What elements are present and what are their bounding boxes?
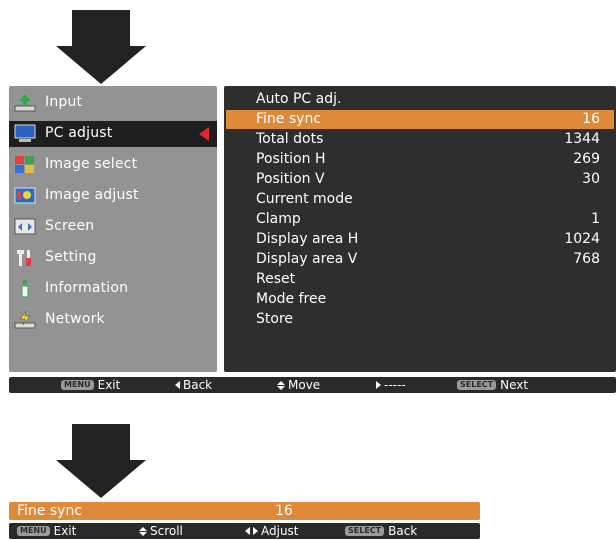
menu-item-input[interactable]: Input xyxy=(9,90,217,116)
image-select-icon xyxy=(13,155,37,175)
submenu-item-label: Current mode xyxy=(256,191,353,207)
submenu-item-value: 1344 xyxy=(564,131,600,147)
submenu-item-position-h[interactable]: Position H 269 xyxy=(226,150,614,169)
guide-next-label: Next xyxy=(500,378,529,392)
information-icon xyxy=(13,279,37,299)
submenu-item-current-mode[interactable]: Current mode xyxy=(226,190,614,209)
menu-item-information[interactable]: Information xyxy=(9,276,217,302)
guide-scroll-label: Scroll xyxy=(150,524,183,538)
submenu-item-display-area-h[interactable]: Display area H 1024 xyxy=(226,230,614,249)
guide-adjust-label: Adjust xyxy=(261,524,299,538)
pc-adjust-icon xyxy=(13,124,37,144)
submenu-item-value: 1024 xyxy=(564,231,600,247)
up-down-arrow-icon xyxy=(277,380,285,390)
guide-back-label: Back xyxy=(388,524,418,538)
submenu-item-fine-sync[interactable]: Fine sync 16 xyxy=(226,110,614,129)
selection-marker-icon xyxy=(199,127,209,141)
submenu-item-label: Mode free xyxy=(256,291,327,307)
right-arrow-icon xyxy=(253,527,258,535)
guide-exit-label: Exit xyxy=(53,524,77,538)
submenu-item-value: 30 xyxy=(582,171,600,187)
submenu-item-clamp[interactable]: Clamp 1 xyxy=(226,210,614,229)
menu-item-label: PC adjust xyxy=(45,125,113,141)
menu-item-label: Information xyxy=(45,280,129,296)
menu-item-label: Setting xyxy=(45,249,97,265)
left-arrow-icon xyxy=(175,381,180,389)
select-key-icon: SELECT xyxy=(457,380,497,390)
submenu-item-label: Auto PC adj. xyxy=(256,91,342,107)
submenu-item-value: 16 xyxy=(582,111,600,127)
submenu-item-label: Display area H xyxy=(256,231,359,247)
submenu-item-display-area-v[interactable]: Display area V 768 xyxy=(226,250,614,269)
menu-item-network[interactable]: Network xyxy=(9,307,217,333)
image-adjust-icon xyxy=(13,186,37,206)
guide-exit: MENU Exit xyxy=(17,523,76,539)
menu-key-icon: MENU xyxy=(61,380,94,390)
submenu-item-label: Clamp xyxy=(256,211,301,227)
menu-item-setting[interactable]: Setting xyxy=(9,245,217,271)
menu-item-label: Image select xyxy=(45,156,138,172)
guide-back: Back xyxy=(175,377,212,393)
submenu-item-label: Position H xyxy=(256,151,326,167)
guide-bar-bottom: MENU Exit Scroll Adjust SELECT Back xyxy=(9,523,480,539)
menu-item-label: Image adjust xyxy=(45,187,139,203)
guide-bar-top: MENU Exit Back Move ----- SELECT Next xyxy=(9,377,616,393)
submenu-item-label: Fine sync xyxy=(256,111,322,127)
menu-key-icon: MENU xyxy=(17,526,50,536)
submenu-item-auto-pc-adj[interactable]: Auto PC adj. xyxy=(226,90,614,109)
menu-item-label: Input xyxy=(45,94,83,110)
submenu-item-label: Total dots xyxy=(256,131,324,147)
guide-scroll: Scroll xyxy=(139,523,183,539)
submenu-item-label: Reset xyxy=(256,271,296,287)
guide-exit-label: Exit xyxy=(97,378,121,392)
submenu-item-value: 1 xyxy=(591,211,600,227)
submenu-item-reset[interactable]: Reset xyxy=(226,270,614,289)
guide-back-label: Back xyxy=(183,378,213,392)
menu-item-image-select[interactable]: Image select xyxy=(9,152,217,178)
submenu-item-total-dots[interactable]: Total dots 1344 xyxy=(226,130,614,149)
menu-item-screen[interactable]: Screen xyxy=(9,214,217,240)
guide-adjust: Adjust xyxy=(245,523,299,539)
guide-exit: MENU Exit xyxy=(61,377,120,393)
guide-next: SELECT Next xyxy=(457,377,528,393)
guide-move: Move xyxy=(277,377,320,393)
network-icon xyxy=(13,310,37,330)
up-down-arrow-icon xyxy=(139,526,147,536)
pc-adjust-submenu: Auto PC adj. Fine sync 16 Total dots 134… xyxy=(224,86,616,372)
select-key-icon: SELECT xyxy=(345,526,385,536)
menu-item-pc-adjust[interactable]: PC adjust xyxy=(9,121,217,147)
down-arrow-icon xyxy=(56,10,146,84)
guide-move-label: Move xyxy=(288,378,321,392)
guide-back: SELECT Back xyxy=(345,523,417,539)
submenu-item-value: 269 xyxy=(573,151,600,167)
adjust-bar-value: 16 xyxy=(275,503,293,519)
submenu-item-label: Position V xyxy=(256,171,325,187)
fine-sync-adjust-bar[interactable]: Fine sync 16 xyxy=(9,502,480,520)
submenu-item-mode-free[interactable]: Mode free xyxy=(226,290,614,309)
right-arrow-icon xyxy=(376,381,381,389)
submenu-item-position-v[interactable]: Position V 30 xyxy=(226,170,614,189)
guide-right: ----- xyxy=(376,377,406,393)
menu-item-image-adjust[interactable]: Image adjust xyxy=(9,183,217,209)
adjust-bar-label: Fine sync xyxy=(17,503,83,519)
submenu-item-label: Store xyxy=(256,311,294,327)
submenu-item-store[interactable]: Store xyxy=(226,310,614,329)
main-menu: Input PC adjust Image select Image adjus… xyxy=(9,86,217,372)
menu-item-label: Screen xyxy=(45,218,95,234)
submenu-item-label: Display area V xyxy=(256,251,358,267)
down-arrow-icon xyxy=(56,424,146,498)
input-icon xyxy=(13,93,37,113)
screen-icon xyxy=(13,217,37,237)
guide-dashes-label: ----- xyxy=(384,378,406,392)
menu-item-label: Network xyxy=(45,311,105,327)
left-arrow-icon xyxy=(245,527,250,535)
setting-icon xyxy=(13,248,37,268)
submenu-item-value: 768 xyxy=(573,251,600,267)
